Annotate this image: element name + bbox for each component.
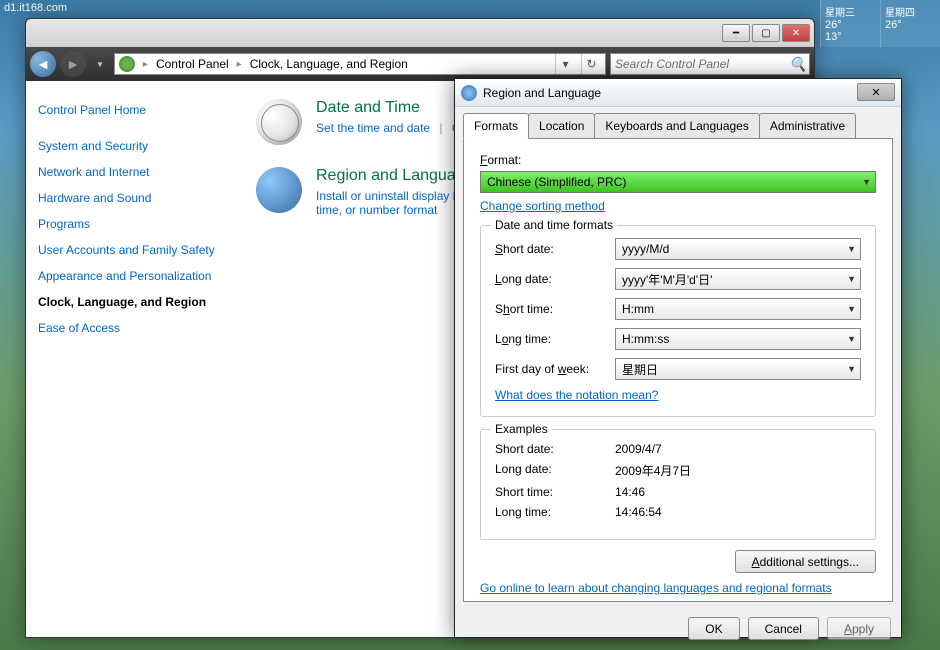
- maximize-button[interactable]: ▢: [752, 24, 780, 42]
- chevron-down-icon: ▼: [862, 177, 871, 187]
- combo-value: H:mm: [622, 302, 654, 316]
- weather-widget: 星期三 26° 13° 星期四 26°: [820, 0, 940, 47]
- chevron-down-icon: ▼: [847, 364, 856, 374]
- ex-value: 14:46:54: [615, 505, 662, 519]
- weather-dayname: 星期四: [885, 4, 936, 19]
- tab-strip: Formats Location Keyboards and Languages…: [455, 107, 901, 139]
- globe-icon: [256, 167, 302, 213]
- notation-link[interactable]: What does the notation mean?: [495, 388, 658, 402]
- dialog-close-button[interactable]: ✕: [857, 83, 895, 101]
- combo-value: H:mm:ss: [622, 332, 669, 346]
- tab-pane-formats: Format: Chinese (Simplified, PRC) ▼ Chan…: [463, 138, 893, 602]
- online-help-link[interactable]: Go online to learn about changing langua…: [480, 581, 832, 595]
- long-date-combo[interactable]: yyyy'年'M'月'd'日' ▼: [615, 268, 861, 290]
- subcat-link[interactable]: Set the time and date: [316, 121, 430, 135]
- sidebar-item-appearance[interactable]: Appearance and Personalization: [38, 263, 224, 289]
- weather-day: 星期三 26° 13°: [820, 0, 880, 47]
- history-dropdown[interactable]: ▼: [96, 60, 104, 69]
- format-combo[interactable]: Chinese (Simplified, PRC) ▼: [480, 171, 876, 193]
- sidebar-item-system[interactable]: System and Security: [38, 133, 224, 159]
- chevron-right-icon[interactable]: ▸: [237, 59, 242, 70]
- page-url: d1.it168.com: [0, 0, 71, 16]
- nav-bar: ◄ ► ▼ ▸ Control Panel ▸ Clock, Language,…: [26, 47, 814, 81]
- minimize-button[interactable]: ━: [722, 24, 750, 42]
- examples-group: Examples Short date:2009/4/7 Long date:2…: [480, 429, 876, 540]
- tab-formats[interactable]: Formats: [463, 113, 529, 139]
- weather-dayname: 星期三: [825, 4, 876, 19]
- first-day-combo[interactable]: 星期日 ▼: [615, 358, 861, 380]
- short-time-combo[interactable]: H:mm ▼: [615, 298, 861, 320]
- ex-label: Long date:: [495, 462, 615, 479]
- change-sort-link[interactable]: Change sorting method: [480, 199, 605, 213]
- breadcrumb-current[interactable]: Clock, Language, and Region: [250, 57, 408, 71]
- globe-icon: [461, 85, 477, 101]
- close-button[interactable]: ✕: [782, 24, 810, 42]
- datetime-formats-group: Date and time formats Short date:yyyy/M/…: [480, 225, 876, 417]
- forward-button[interactable]: ►: [60, 51, 86, 77]
- long-time-combo[interactable]: H:mm:ss ▼: [615, 328, 861, 350]
- cancel-button[interactable]: Cancel: [748, 617, 819, 640]
- ex-label: Short time:: [495, 485, 615, 499]
- weather-lo: 13°: [825, 31, 876, 43]
- sidebar-item-hardware[interactable]: Hardware and Sound: [38, 185, 224, 211]
- ex-value: 2009年4月7日: [615, 462, 691, 479]
- chevron-down-icon: ▼: [847, 244, 856, 254]
- sidebar: Control Panel Home System and Security N…: [26, 81, 236, 637]
- address-dropdown[interactable]: ▾: [555, 54, 575, 74]
- chevron-down-icon: ▼: [847, 334, 856, 344]
- sidebar-item-programs[interactable]: Programs: [38, 211, 224, 237]
- weather-hi: 26°: [885, 19, 936, 31]
- sidebar-item-network[interactable]: Network and Internet: [38, 159, 224, 185]
- sidebar-item-ease[interactable]: Ease of Access: [38, 315, 224, 341]
- control-panel-icon: [119, 56, 135, 72]
- combo-value: yyyy'年'M'月'd'日': [622, 271, 712, 288]
- ex-value: 14:46: [615, 485, 645, 499]
- chevron-right-icon[interactable]: ▸: [143, 59, 148, 70]
- short-date-combo[interactable]: yyyy/M/d ▼: [615, 238, 861, 260]
- row-label: Long time:: [495, 332, 615, 346]
- breadcrumb-root[interactable]: Control Panel: [156, 57, 229, 71]
- combo-value: yyyy/M/d: [622, 242, 669, 256]
- additional-settings-button[interactable]: Additional settings...: [735, 550, 876, 573]
- sidebar-item-home[interactable]: Control Panel Home: [38, 97, 224, 123]
- tab-administrative[interactable]: Administrative: [759, 113, 856, 139]
- chevron-down-icon: ▼: [847, 304, 856, 314]
- apply-button[interactable]: Apply: [827, 617, 891, 640]
- titlebar[interactable]: ━ ▢ ✕: [26, 19, 814, 47]
- refresh-button[interactable]: ↻: [581, 54, 601, 74]
- group-title: Date and time formats: [491, 218, 617, 232]
- ex-label: Short date:: [495, 442, 615, 456]
- clock-icon: [256, 99, 302, 145]
- group-title: Examples: [491, 422, 552, 436]
- search-input[interactable]: [615, 57, 789, 71]
- dialog-button-row: OK Cancel Apply: [455, 611, 901, 650]
- row-label: Long date:: [495, 272, 615, 286]
- format-value: Chinese (Simplified, PRC): [487, 175, 626, 189]
- ex-value: 2009/4/7: [615, 442, 662, 456]
- chevron-down-icon: ▼: [847, 274, 856, 284]
- dialog-titlebar[interactable]: Region and Language ✕: [455, 79, 901, 107]
- search-icon[interactable]: 🔍: [789, 56, 805, 73]
- row-label: Short time:: [495, 302, 615, 316]
- weather-day: 星期四 26°: [880, 0, 940, 47]
- row-label: Short date:: [495, 242, 615, 256]
- region-language-dialog: Region and Language ✕ Formats Location K…: [454, 78, 902, 638]
- row-label: First day of week:: [495, 362, 615, 376]
- dialog-title: Region and Language: [483, 86, 601, 100]
- tab-location[interactable]: Location: [528, 113, 595, 139]
- search-box[interactable]: 🔍: [610, 53, 810, 75]
- back-button[interactable]: ◄: [30, 51, 56, 77]
- sidebar-item-clock[interactable]: Clock, Language, and Region: [38, 289, 224, 315]
- tab-keyboards[interactable]: Keyboards and Languages: [594, 113, 759, 139]
- address-bar[interactable]: ▸ Control Panel ▸ Clock, Language, and R…: [114, 53, 606, 75]
- format-label: Format:: [480, 153, 876, 167]
- weather-hi: 26°: [825, 19, 876, 31]
- ex-label: Long time:: [495, 505, 615, 519]
- ok-button[interactable]: OK: [688, 617, 739, 640]
- combo-value: 星期日: [622, 361, 658, 378]
- sidebar-item-users[interactable]: User Accounts and Family Safety: [38, 237, 224, 263]
